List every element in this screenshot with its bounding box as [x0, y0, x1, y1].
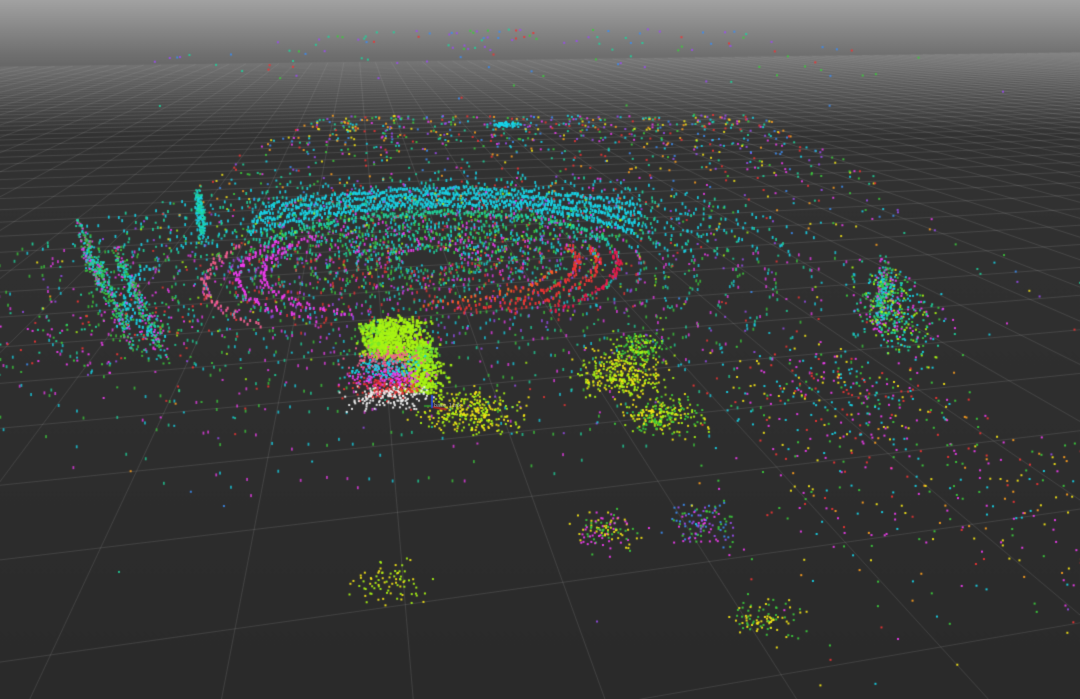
- pointcloud-viewer-window: base_link: [0, 0, 1080, 699]
- 3d-viewport-canvas[interactable]: [0, 0, 1080, 699]
